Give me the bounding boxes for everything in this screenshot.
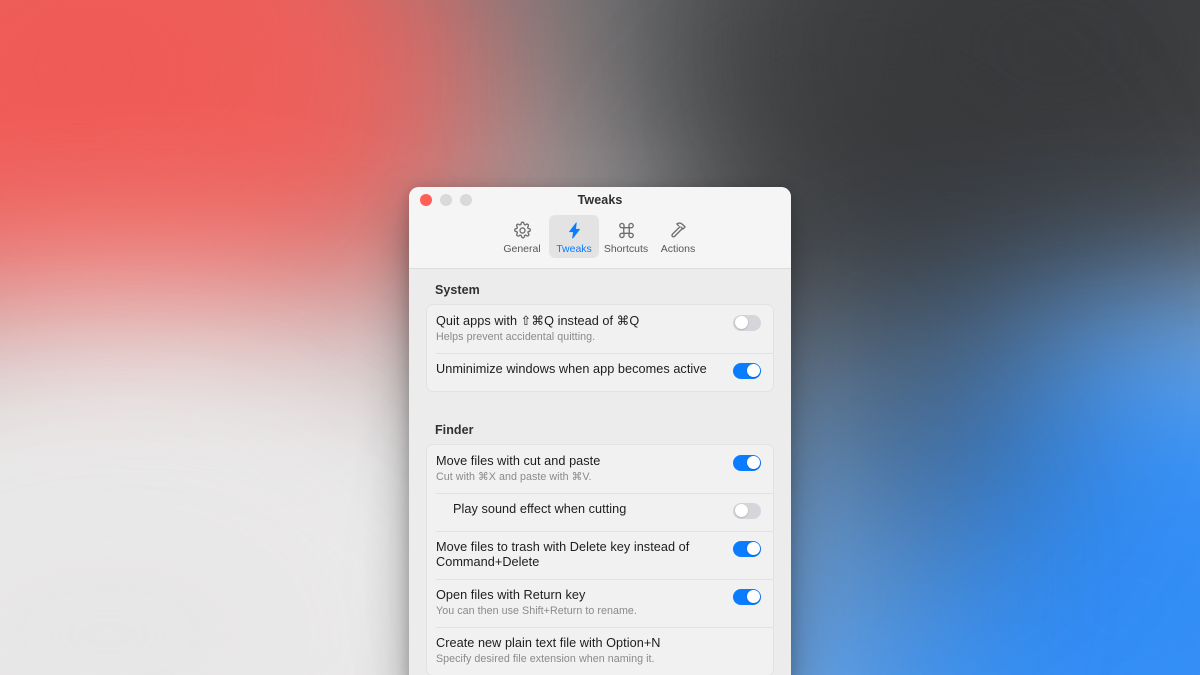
setting-row-move-files-cut-paste[interactable]: Move files with cut and paste Cut with ⌘… bbox=[427, 445, 773, 493]
setting-label: Create new plain text file with Option+N bbox=[436, 635, 661, 650]
setting-row-unminimize-windows[interactable]: Unminimize windows when app becomes acti… bbox=[427, 352, 773, 391]
command-icon bbox=[617, 220, 636, 241]
setting-row-move-files-trash[interactable]: Move files to trash with Delete key inst… bbox=[427, 530, 773, 579]
setting-label: Move files to trash with Delete key inst… bbox=[436, 539, 690, 569]
toolbar-tab-bar: General Tweaks Shortcuts Actions bbox=[409, 213, 791, 264]
setting-label: Move files with cut and paste bbox=[436, 453, 601, 468]
setting-row-quit-apps[interactable]: Quit apps with ⇧⌘Q instead of ⌘Q Helps p… bbox=[427, 305, 773, 353]
setting-row-create-plain-text-file[interactable]: Create new plain text file with Option+N… bbox=[427, 626, 773, 675]
toggle-play-sound-effect[interactable] bbox=[733, 502, 761, 519]
toggle-unminimize-windows[interactable] bbox=[733, 362, 761, 379]
setting-description: Specify desired file extension when nami… bbox=[436, 652, 655, 665]
setting-label: Unminimize windows when app becomes acti… bbox=[436, 361, 707, 376]
tab-tweaks-label: Tweaks bbox=[556, 243, 592, 255]
tab-actions[interactable]: Actions bbox=[653, 215, 703, 258]
settings-content: System Quit apps with ⇧⌘Q instead of ⌘Q … bbox=[409, 268, 791, 675]
window-titlebar: Tweaks bbox=[409, 187, 791, 213]
toggle-move-files-trash[interactable] bbox=[733, 540, 761, 557]
setting-description: You can then use Shift+Return to rename. bbox=[436, 604, 637, 617]
setting-description: Cut with ⌘X and paste with ⌘V. bbox=[436, 470, 592, 483]
setting-description: Helps prevent accidental quitting. bbox=[436, 330, 596, 343]
minimize-window-button[interactable] bbox=[440, 194, 452, 206]
tab-general-label: General bbox=[503, 243, 541, 255]
section-system-card: Quit apps with ⇧⌘Q instead of ⌘Q Helps p… bbox=[426, 303, 774, 392]
setting-label: Quit apps with ⇧⌘Q instead of ⌘Q bbox=[436, 313, 640, 328]
setting-label: Open files with Return key bbox=[436, 587, 586, 602]
section-system: System Quit apps with ⇧⌘Q instead of ⌘Q … bbox=[426, 269, 774, 392]
tab-shortcuts-label: Shortcuts bbox=[603, 243, 649, 255]
toggle-move-files-cut-paste[interactable] bbox=[733, 454, 761, 471]
preferences-window: Tweaks General Tweaks Shortcuts Actions … bbox=[409, 187, 791, 675]
tab-shortcuts[interactable]: Shortcuts bbox=[601, 215, 651, 258]
setting-row-play-sound-effect[interactable]: Play sound effect when cutting bbox=[427, 492, 773, 531]
close-window-button[interactable] bbox=[420, 194, 432, 206]
maximize-window-button[interactable] bbox=[460, 194, 472, 206]
tab-tweaks[interactable]: Tweaks bbox=[549, 215, 599, 258]
toggle-open-files-return[interactable] bbox=[733, 588, 761, 605]
setting-label: Play sound effect when cutting bbox=[453, 501, 627, 516]
hammer-icon bbox=[669, 220, 688, 241]
section-finder-card: Move files with cut and paste Cut with ⌘… bbox=[426, 443, 774, 675]
tab-actions-label: Actions bbox=[660, 243, 696, 255]
tab-general[interactable]: General bbox=[497, 215, 547, 258]
toggle-quit-apps[interactable] bbox=[733, 314, 761, 331]
traffic-light-buttons bbox=[420, 194, 472, 206]
section-finder-title: Finder bbox=[435, 422, 474, 437]
gear-icon bbox=[513, 220, 532, 241]
section-finder: Finder Move files with cut and paste Cut… bbox=[426, 409, 774, 675]
window-toolbar: Tweaks General Tweaks Shortcuts Actions bbox=[409, 187, 791, 269]
setting-row-open-files-return[interactable]: Open files with Return key You can then … bbox=[427, 578, 773, 627]
section-system-title: System bbox=[435, 282, 480, 297]
bolt-icon bbox=[565, 220, 584, 241]
